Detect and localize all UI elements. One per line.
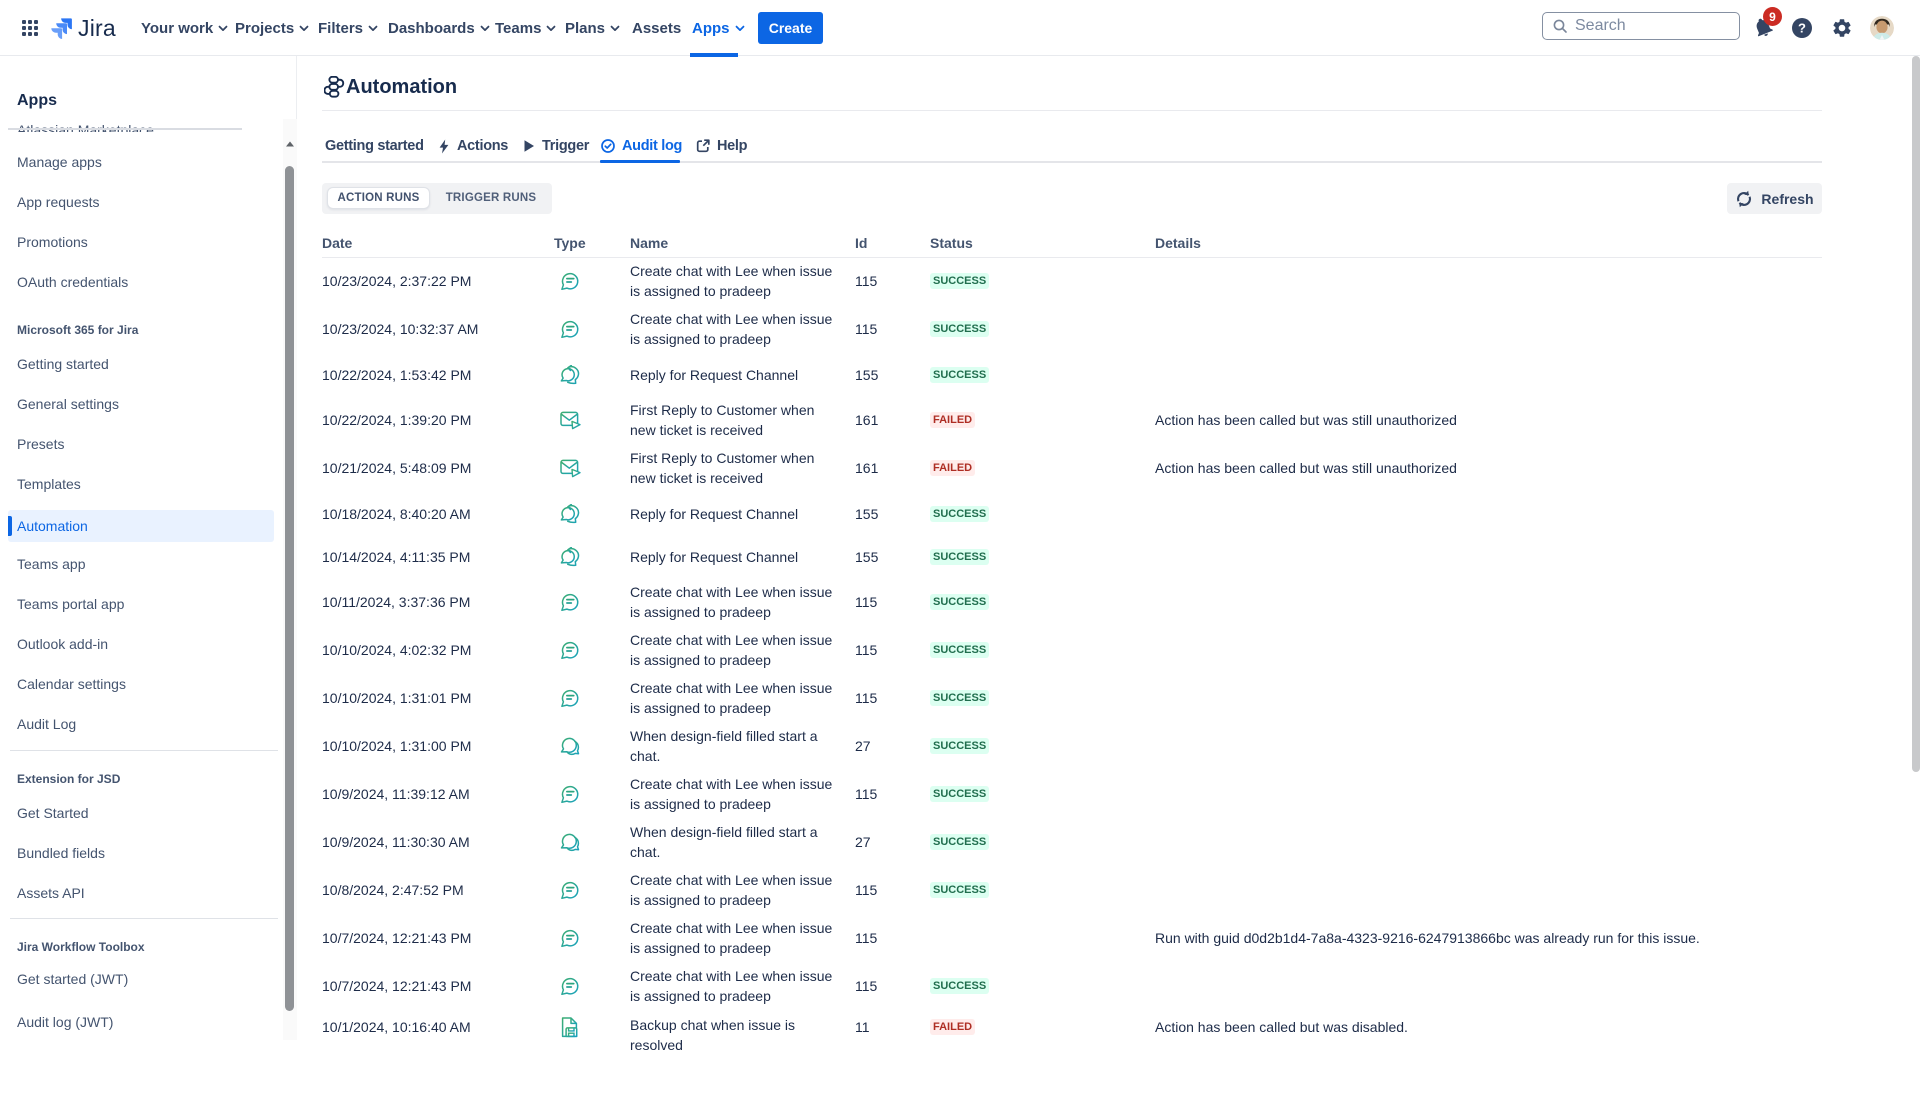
svg-text:?: ? <box>1798 21 1806 36</box>
